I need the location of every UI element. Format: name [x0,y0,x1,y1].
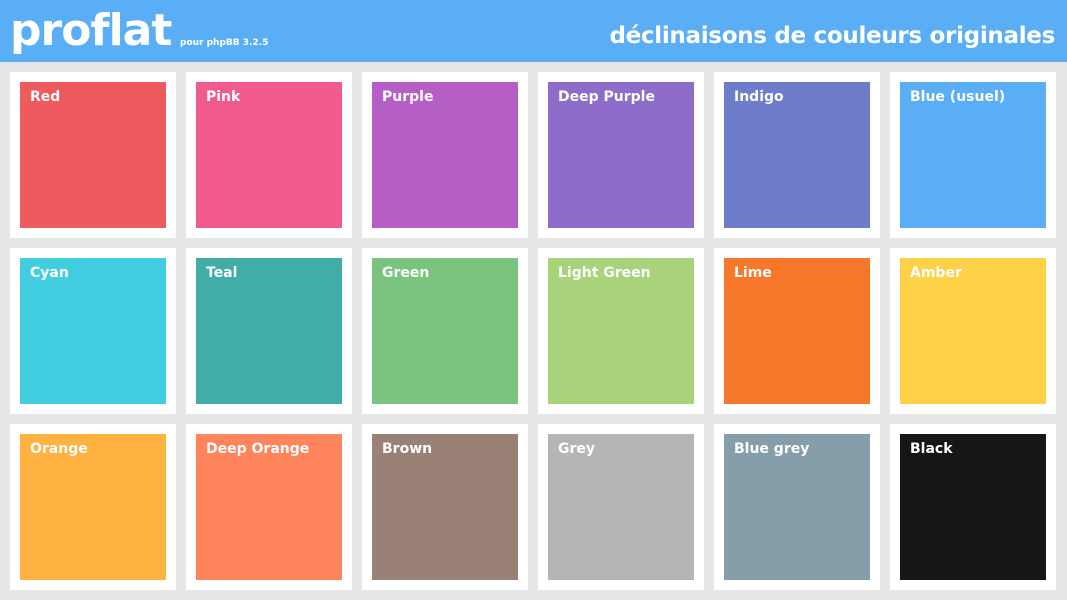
swatch-label: Cyan [30,265,69,281]
swatch-card[interactable]: Blue grey [714,424,880,590]
swatch-label: Pink [206,89,241,105]
swatch-card[interactable]: Lime [714,248,880,414]
color-swatch: Orange [20,434,166,580]
swatch-label: Deep Orange [206,441,310,457]
color-swatch: Pink [196,82,342,228]
swatch-card[interactable]: Indigo [714,72,880,238]
header-bar: proflat pour phpBB 3.2.5 déclinaisons de… [0,0,1067,62]
color-swatch: Deep Purple [548,82,694,228]
swatch-label: Red [30,89,61,105]
color-swatch: Light Green [548,258,694,404]
logo-subtitle: pour phpBB 3.2.5 [180,38,269,48]
color-swatch: Black [900,434,1046,580]
swatch-card[interactable]: Deep Purple [538,72,704,238]
swatch-label: Blue grey [734,441,810,457]
logo: proflat [10,5,172,56]
swatch-card[interactable]: Pink [186,72,352,238]
color-swatch: Grey [548,434,694,580]
swatch-card[interactable]: Teal [186,248,352,414]
swatch-card[interactable]: Blue (usuel) [890,72,1056,238]
color-swatch: Amber [900,258,1046,404]
color-swatch: Blue (usuel) [900,82,1046,228]
swatch-label: Lime [734,265,772,281]
color-swatch: Lime [724,258,870,404]
color-swatch: Cyan [20,258,166,404]
swatch-card[interactable]: Light Green [538,248,704,414]
swatch-card[interactable]: Red [10,72,176,238]
swatch-label: Orange [30,441,88,457]
swatch-label: Deep Purple [558,89,655,105]
swatch-card[interactable]: Deep Orange [186,424,352,590]
swatch-label: Light Green [558,265,651,281]
swatch-card[interactable]: Black [890,424,1056,590]
swatch-label: Blue (usuel) [910,89,1006,105]
swatch-card[interactable]: Orange [10,424,176,590]
swatch-card[interactable]: Purple [362,72,528,238]
page-title: déclinaisons de couleurs originales [609,23,1055,49]
swatch-label: Grey [558,441,596,457]
color-swatch: Blue grey [724,434,870,580]
color-swatch: Brown [372,434,518,580]
swatch-card[interactable]: Amber [890,248,1056,414]
swatch-card[interactable]: Brown [362,424,528,590]
color-swatch: Deep Orange [196,434,342,580]
swatch-label: Amber [910,265,962,281]
color-swatch: Indigo [724,82,870,228]
swatch-label: Teal [206,265,238,281]
swatch-label: Purple [382,89,434,105]
swatch-label: Green [382,265,430,281]
swatch-card[interactable]: Cyan [10,248,176,414]
color-swatch: Green [372,258,518,404]
color-swatch-grid: Red Pink Purple Deep Purple Indigo Blue (usue… [10,72,1056,590]
swatch-card[interactable]: Green [362,248,528,414]
swatch-card[interactable]: Grey [538,424,704,590]
swatch-label: Black [910,441,953,457]
color-swatch: Teal [196,258,342,404]
color-swatch: Purple [372,82,518,228]
color-swatch: Red [20,82,166,228]
swatch-label: Indigo [734,89,784,105]
swatch-label: Brown [382,441,433,457]
